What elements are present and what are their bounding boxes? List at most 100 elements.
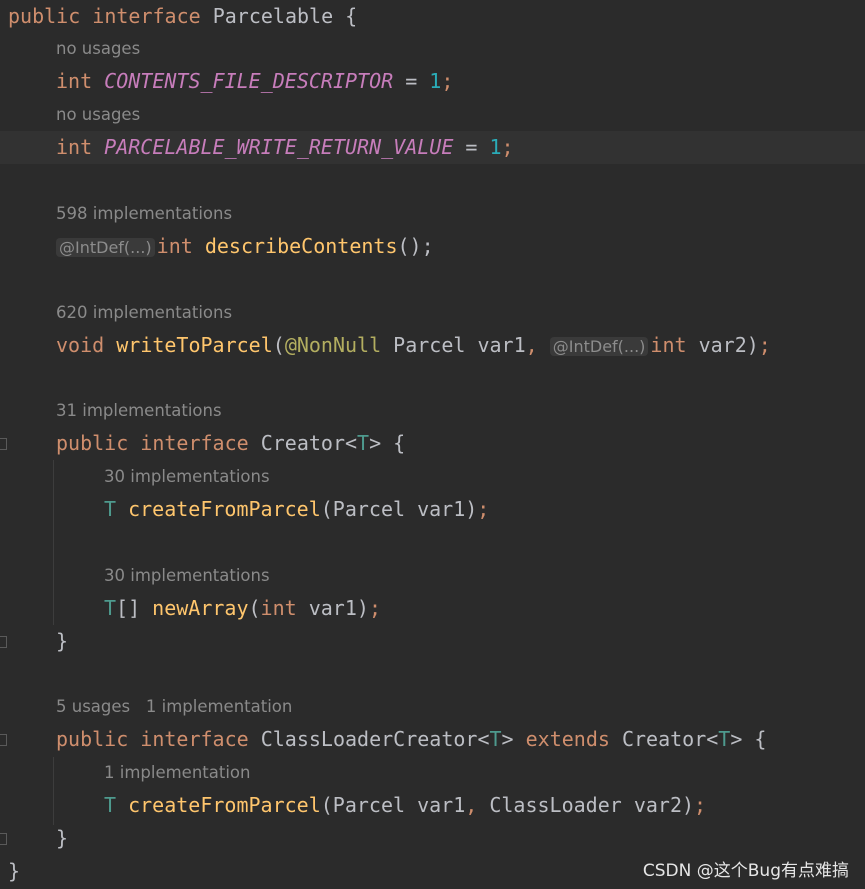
code-token: ; xyxy=(368,595,381,620)
code-token: newArray xyxy=(152,595,249,620)
code-token: Parcel var1 xyxy=(381,332,526,357)
code-token: public xyxy=(56,727,141,752)
code-token: ClassLoaderCreator< xyxy=(260,727,490,752)
indent-guide xyxy=(53,460,54,625)
code-token: > xyxy=(501,727,526,752)
code-token: var1) xyxy=(308,595,369,620)
code-vision-hint[interactable]: 598 implementations xyxy=(0,197,865,230)
code-token: ClassLoader var2) xyxy=(489,793,695,818)
code-line: } xyxy=(0,625,865,658)
code-line: } xyxy=(0,822,865,855)
code-vision-hint[interactable]: 30 implementations xyxy=(0,460,865,493)
code-token: ; xyxy=(441,69,454,94)
code-line: T[] newArray(int var1); xyxy=(0,592,865,625)
code-line: int PARCELABLE_WRITE_RETURN_VALUE = 1; xyxy=(0,131,865,165)
code-token: int xyxy=(56,69,105,94)
line-content: } xyxy=(0,826,68,850)
code-token: interface xyxy=(140,727,261,752)
line-content: 5 usages 1 implementation xyxy=(56,697,293,717)
code-vision-hint[interactable]: no usages xyxy=(0,98,865,131)
code-token: Parcelable { xyxy=(212,3,358,28)
code-line: @IntDef(...) int describeContents(); xyxy=(0,230,865,263)
line-content: 1 implementation xyxy=(104,763,251,783)
fold-marker-icon[interactable] xyxy=(0,833,7,845)
code-token: int xyxy=(260,595,309,620)
code-line: public interface Parcelable { xyxy=(0,0,865,33)
code-token: int xyxy=(650,332,699,357)
inlay-hint[interactable]: @IntDef(...) xyxy=(549,336,649,356)
line-content: T[] newArray(int var1); xyxy=(0,596,381,620)
code-token: (); xyxy=(397,233,434,258)
line-content: } xyxy=(0,859,20,883)
code-token: createFromParcel xyxy=(128,497,321,521)
line-content xyxy=(0,365,8,389)
code-token: Creator< xyxy=(621,727,719,752)
line-content: 31 implementations xyxy=(56,401,222,421)
code-token: interface xyxy=(92,3,213,28)
fold-marker-icon[interactable] xyxy=(0,734,7,747)
code-token: PARCELABLE_WRITE_RETURN_VALUE xyxy=(104,135,454,160)
code-vision-hint[interactable]: 1 implementation xyxy=(0,756,865,789)
code-token: extends xyxy=(525,727,622,752)
code-line xyxy=(0,658,865,691)
line-content: T createFromParcel(Parcel var1); xyxy=(0,497,489,521)
code-token: @NonNull xyxy=(284,332,382,357)
code-line xyxy=(0,263,865,296)
inlay-hint[interactable]: @IntDef(...) xyxy=(56,237,155,257)
line-content: public interface Creator<T> { xyxy=(0,431,405,455)
code-line xyxy=(0,361,865,394)
code-token: var2) xyxy=(698,332,759,357)
code-token: T xyxy=(104,793,129,818)
code-line: public interface ClassLoaderCreator<T> e… xyxy=(0,723,865,756)
code-token: CONTENTS_FILE_DESCRIPTOR xyxy=(104,69,394,94)
code-token: ( xyxy=(248,595,261,620)
code-line xyxy=(0,164,865,197)
line-content: @IntDef(...) int describeContents(); xyxy=(0,234,434,258)
code-line: T createFromParcel(Parcel var1, ClassLoa… xyxy=(0,789,865,822)
code-token: 1 xyxy=(489,135,502,160)
line-content xyxy=(0,168,8,192)
code-line: public interface Creator<T> { xyxy=(0,427,865,460)
code-token: ; xyxy=(477,497,490,521)
code-token: T xyxy=(104,595,117,620)
code-token: , xyxy=(465,793,490,818)
line-content xyxy=(0,530,8,554)
line-content: int CONTENTS_FILE_DESCRIPTOR = 1; xyxy=(0,69,453,93)
line-content: } xyxy=(0,629,68,653)
fold-marker-icon[interactable] xyxy=(0,635,7,648)
line-content: 598 implementations xyxy=(56,203,233,223)
line-content: public interface ClassLoaderCreator<T> e… xyxy=(0,727,766,751)
code-line: T createFromParcel(Parcel var1); xyxy=(0,493,865,526)
code-vision-hint[interactable]: no usages xyxy=(0,32,865,65)
code-token: int xyxy=(156,233,205,258)
code-line xyxy=(0,526,865,559)
code-token: = xyxy=(393,69,430,94)
line-content: 620 implementations xyxy=(56,302,233,322)
code-token: T xyxy=(357,431,370,456)
code-line: void writeToParcel(@NonNull Parcel var1,… xyxy=(0,329,865,362)
watermark: CSDN @这个Bug有点难搞 xyxy=(642,861,849,881)
line-content: int PARCELABLE_WRITE_RETURN_VALUE = 1; xyxy=(0,135,514,159)
line-content: T createFromParcel(Parcel var1, ClassLoa… xyxy=(0,793,706,817)
code-token: ; xyxy=(694,793,707,818)
code-token: ; xyxy=(501,135,514,160)
code-token: > { xyxy=(730,727,767,752)
code-vision-hint[interactable]: 31 implementations xyxy=(0,394,865,427)
code-token: Creator< xyxy=(260,431,358,456)
line-content xyxy=(0,662,8,686)
line-content: no usages xyxy=(56,39,141,59)
line-content: 30 implementations xyxy=(104,467,270,487)
code-token: T xyxy=(104,497,129,521)
code-token: } xyxy=(56,826,69,850)
code-vision-hint[interactable]: 620 implementations xyxy=(0,296,865,329)
code-token: writeToParcel xyxy=(116,332,273,357)
indent-guide xyxy=(53,757,54,825)
code-token: public xyxy=(56,431,141,456)
code-vision-hint[interactable]: 5 usages 1 implementation xyxy=(0,690,865,723)
line-content: void writeToParcel(@NonNull Parcel var1,… xyxy=(0,333,771,357)
fold-marker-icon[interactable] xyxy=(0,438,7,451)
line-content: public interface Parcelable { xyxy=(0,4,357,28)
code-vision-hint[interactable]: 30 implementations xyxy=(0,559,865,592)
code-token: describeContents xyxy=(204,233,398,258)
code-token: (Parcel var1) xyxy=(320,497,478,521)
